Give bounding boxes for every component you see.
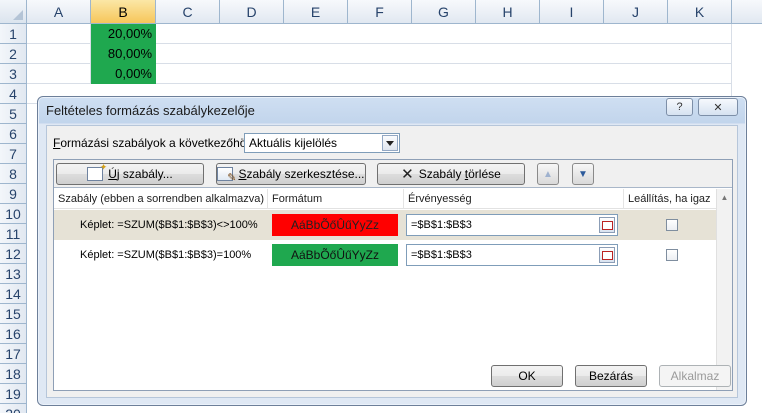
row-header-2[interactable]: 2 (0, 44, 27, 64)
cells-row-1[interactable] (156, 24, 732, 44)
apply-button[interactable]: Alkalmaz (659, 365, 731, 387)
edit-rule-button[interactable]: Szabály szerkesztése... (216, 163, 366, 185)
move-down-button[interactable]: ▼ (572, 163, 594, 185)
applies-to-field[interactable]: =$B$1:$B$3 (406, 244, 618, 266)
column-header-f[interactable]: F (348, 0, 412, 24)
range-select-icon[interactable] (599, 217, 615, 233)
row-header-10[interactable]: 10 (0, 204, 27, 224)
new-rule-button[interactable]: Új szabály... (56, 162, 204, 185)
format-preview: AáBbÕőÛűYyZz (272, 244, 398, 266)
scroll-up-icon[interactable]: ▲ (717, 189, 732, 205)
column-header-k[interactable]: K (668, 0, 732, 24)
column-header-applies-to[interactable]: Érvényesség (404, 189, 624, 209)
column-header-g[interactable]: G (412, 0, 476, 24)
question-icon: ? (676, 101, 683, 113)
column-header-i[interactable]: I (540, 0, 604, 24)
row-header-8[interactable]: 8 (0, 164, 27, 184)
applies-to-value: =$B$1:$B$3 (411, 249, 472, 261)
row-header-18[interactable]: 18 (0, 364, 27, 384)
row-header-17[interactable]: 17 (0, 344, 27, 364)
cell-a1[interactable] (27, 24, 91, 44)
row-header-3[interactable]: 3 (0, 64, 27, 84)
row-header-14[interactable]: 14 (0, 284, 27, 304)
rules-table-header: Szabály (ebben a sorrendben alkalmazva) … (54, 189, 732, 209)
row-header-4[interactable]: 4 (0, 84, 27, 104)
dialog-body: Formázási szabályok a következőhöz: Aktu… (46, 125, 738, 398)
column-header-h[interactable]: H (476, 0, 540, 24)
close-button[interactable]: Bezárás (575, 365, 647, 387)
rule-row[interactable]: Képlet: =SZUM($B$1:$B$3)<>100% AáBbÕőÛűY… (54, 210, 717, 240)
rule-row[interactable]: Képlet: =SZUM($B$1:$B$3)=100% AáBbÕőÛűYy… (54, 240, 717, 270)
dialog-title: Feltételes formázás szabálykezelője (46, 103, 255, 118)
rule-formula: Képlet: =SZUM($B$1:$B$3)=100% (80, 249, 252, 261)
column-header-rule[interactable]: Szabály (ebben a sorrendben alkalmazva) (54, 189, 268, 209)
column-header-stop-if-true[interactable]: Leállítás, ha igaz (624, 189, 718, 209)
edit-rule-icon (217, 167, 236, 184)
row-header-20[interactable]: 20 (0, 404, 27, 413)
new-rule-icon (87, 162, 107, 181)
delete-x-icon: ✕ (401, 165, 414, 183)
column-header-e[interactable]: E (284, 0, 348, 24)
column-header-b[interactable]: B (91, 0, 156, 24)
new-rule-label: Új szabály... (108, 167, 173, 181)
column-header-format[interactable]: Formátum (268, 189, 404, 209)
show-rules-for-dropdown[interactable]: Aktuális kijelölés (244, 133, 400, 153)
rules-scrollbar[interactable]: ▲ ▼ (716, 189, 732, 390)
row-header-9[interactable]: 9 (0, 184, 27, 204)
applies-to-field[interactable]: =$B$1:$B$3 (406, 214, 618, 236)
cell-b2[interactable]: 80,00% (91, 44, 156, 64)
ok-button[interactable]: OK (491, 365, 563, 387)
cell-a2[interactable] (27, 44, 91, 64)
column-header-d[interactable]: D (220, 0, 284, 24)
show-rules-label: Formázási szabályok a következőhöz: (53, 136, 256, 150)
row-header-16[interactable]: 16 (0, 324, 27, 344)
column-header-next[interactable] (732, 0, 762, 24)
cell-b1[interactable]: 20,00% (91, 24, 156, 44)
rule-formula: Képlet: =SZUM($B$1:$B$3)<>100% (80, 219, 258, 231)
arrow-up-icon: ▲ (543, 168, 553, 180)
column-header-j[interactable]: J (604, 0, 668, 24)
cells-row-3[interactable] (156, 64, 732, 84)
delete-rule-label: Szabály törlése (418, 167, 501, 181)
edit-rule-label: Szabály szerkesztése... (238, 167, 365, 181)
conditional-formatting-rules-manager-dialog: Feltételes formázás szabálykezelője ? ✕ … (37, 96, 747, 406)
stop-if-true-checkbox[interactable] (666, 249, 678, 261)
close-icon: ✕ (713, 101, 723, 114)
row-header-13[interactable]: 13 (0, 264, 27, 284)
row-header-5[interactable]: 5 (0, 104, 27, 124)
format-preview: AáBbÕőÛűYyZz (272, 214, 398, 236)
applies-to-value: =$B$1:$B$3 (411, 219, 472, 231)
column-header-a[interactable]: A (27, 0, 91, 24)
delete-rule-button[interactable]: ✕ Szabály törlése (377, 163, 525, 185)
cells-row-2[interactable] (156, 44, 732, 64)
row-header-1[interactable]: 1 (0, 24, 27, 44)
help-button[interactable]: ? (666, 98, 693, 116)
show-rules-value: Aktuális kijelölés (249, 136, 338, 150)
column-header-c[interactable]: C (156, 0, 220, 24)
close-window-button[interactable]: ✕ (698, 98, 738, 116)
select-all-corner[interactable] (0, 0, 27, 24)
cell-b3[interactable]: 0,00% (91, 64, 156, 84)
row-header-7[interactable]: 7 (0, 144, 27, 164)
chevron-down-icon[interactable] (382, 135, 398, 151)
rules-panel: Új szabály... Szabály szerkesztése... ✕ … (53, 159, 733, 391)
row-header-6[interactable]: 6 (0, 124, 27, 144)
row-header-19[interactable]: 19 (0, 384, 27, 404)
move-up-button[interactable]: ▲ (537, 163, 559, 185)
row-header-15[interactable]: 15 (0, 304, 27, 324)
row-header-11[interactable]: 11 (0, 224, 27, 244)
cell-a3[interactable] (27, 64, 91, 84)
arrow-down-icon: ▼ (578, 168, 588, 180)
row-header-12[interactable]: 12 (0, 244, 27, 264)
rules-toolbar: Új szabály... Szabály szerkesztése... ✕ … (54, 160, 732, 188)
stop-if-true-checkbox[interactable] (666, 219, 678, 231)
dialog-titlebar[interactable]: Feltételes formázás szabálykezelője ? ✕ (38, 97, 746, 125)
range-select-icon[interactable] (599, 247, 615, 263)
